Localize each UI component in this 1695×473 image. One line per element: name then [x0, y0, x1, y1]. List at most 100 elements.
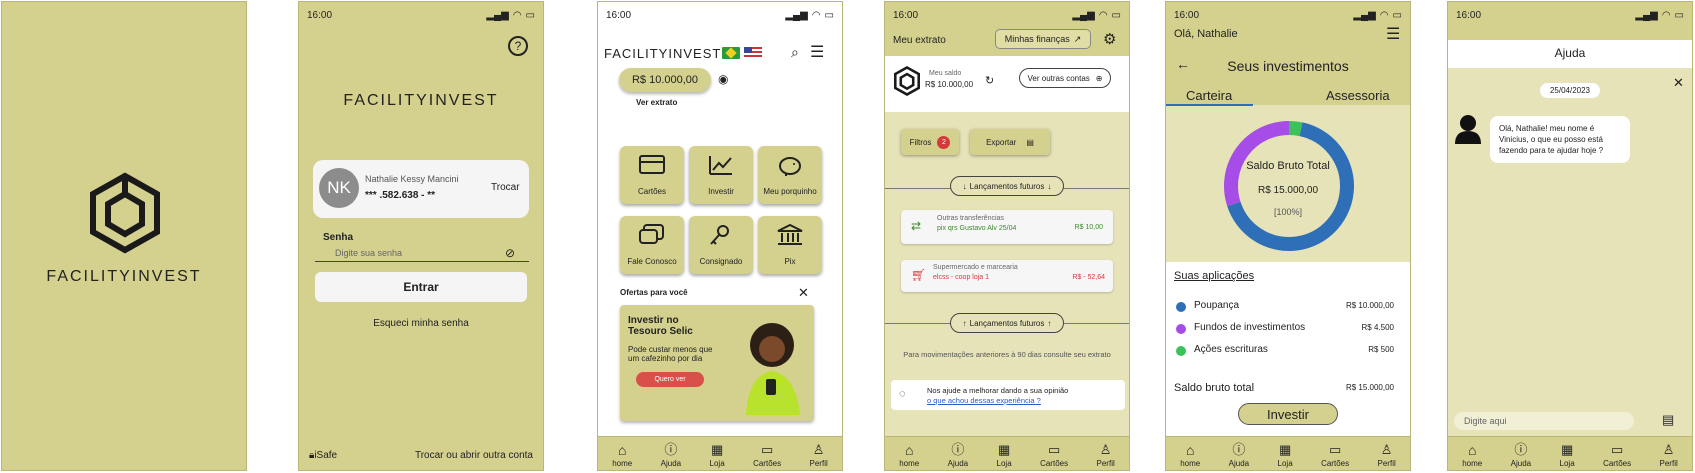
donut-value: R$ 15.000,00	[1257, 185, 1319, 196]
battery-icon: ▭	[525, 9, 535, 21]
transaction-title: Outras transferências	[937, 215, 1004, 222]
tile-label: Meu porquinho	[763, 187, 817, 196]
nav-help[interactable]: ⓘ Ajuda	[948, 439, 968, 468]
tile-label: Fale Conosco	[627, 257, 677, 266]
tile-payroll-loan[interactable]: Consignado	[689, 216, 753, 274]
nav-cards[interactable]: ▭ Cartões	[753, 442, 781, 468]
nav-label: home	[1180, 459, 1201, 468]
nav-profile[interactable]: ♙ Perfil	[1378, 442, 1396, 468]
feedback-banner[interactable]: ◌ Nos ajude a melhorar dando a sua opini…	[891, 380, 1125, 410]
other-accounts-button[interactable]: Ver outras contas ⊕	[1019, 68, 1111, 88]
filter-button[interactable]: Filtros 2	[901, 129, 959, 155]
switch-user-link[interactable]: Trocar	[491, 182, 520, 193]
close-icon[interactable]: ✕	[1673, 75, 1684, 91]
nav-store[interactable]: ▦ Loja	[1560, 442, 1575, 468]
nav-home[interactable]: ⌂ home	[1180, 442, 1200, 468]
tile-invest[interactable]: Investir	[689, 146, 753, 204]
home-screen: 16:00 ▂▄▆ ◠ ▭ FACILITYINVEST ⌕ ☰ R$ 10.000…	[597, 1, 843, 471]
future-entries-bottom-button[interactable]: ↑ Lançamentos futuros ↑	[950, 313, 1064, 333]
nav-home[interactable]: ⌂ home	[612, 442, 632, 468]
menu-icon[interactable]: ☰	[1386, 24, 1400, 44]
transaction-item[interactable]: ⇄ Outras transferências pix qrs Gustavo …	[901, 210, 1113, 244]
my-finances-label: Minhas finanças	[1004, 34, 1070, 44]
password-input[interactable]: Digite sua senha ⊘	[315, 244, 529, 262]
nav-label: Loja	[1559, 459, 1575, 468]
feedback-link[interactable]: o que achou dessas experiência ?	[927, 396, 1041, 405]
transaction-desc: pix qrs Gustavo Alv 25/04	[937, 225, 1017, 232]
nav-cards[interactable]: ▭ Cartões	[1321, 442, 1349, 468]
application-name: Poupança	[1194, 300, 1240, 311]
application-color-dot	[1176, 324, 1186, 334]
nav-store[interactable]: ▦ Loja	[710, 442, 725, 468]
login-button[interactable]: Entrar	[315, 272, 527, 302]
status-bar: 16:00 ▂▄▆ ◠ ▭	[893, 8, 1121, 22]
application-row[interactable]: Ações escrituras R$ 500	[1166, 342, 1410, 360]
nav-label: Ajuda	[660, 459, 682, 468]
nav-label: Loja	[709, 459, 725, 468]
usa-flag-icon[interactable]	[744, 47, 762, 59]
nav-profile[interactable]: ♙ Perfil	[1097, 442, 1115, 468]
hide-password-icon[interactable]: ⊘	[505, 246, 515, 260]
nav-label: Perfil	[1096, 459, 1115, 468]
menu-icon[interactable]: ☰	[810, 42, 824, 62]
page-title: Seus investimentos	[1227, 58, 1349, 74]
nav-store[interactable]: ▦ Loja	[997, 442, 1012, 468]
application-row[interactable]: Fundos de investimentos R$ 4.500	[1166, 320, 1410, 338]
nav-help[interactable]: ⓘ Ajuda	[1229, 439, 1249, 468]
refresh-icon[interactable]: ↻	[985, 74, 994, 87]
search-icon[interactable]: ⌕	[791, 44, 799, 61]
wifi-icon: ◠	[1098, 9, 1108, 21]
message-input[interactable]: Digite aqui	[1454, 412, 1634, 430]
nav-profile[interactable]: ♙ Perfil	[1660, 442, 1678, 468]
tile-piggy[interactable]: Meu porquinho	[758, 146, 822, 204]
transaction-item[interactable]: 🛒︎ Supermercado e marcearia elcss - coop…	[901, 260, 1113, 292]
statement-link[interactable]: Ver extrato	[636, 98, 677, 107]
application-row[interactable]: Poupança R$ 10.000,00	[1166, 298, 1410, 316]
offer-button[interactable]: Quero ver	[636, 372, 704, 387]
nav-store[interactable]: ▦ Loja	[1278, 442, 1293, 468]
isafe-label: iSafe	[314, 450, 338, 461]
tile-contact[interactable]: Fale Conosco	[620, 216, 684, 274]
home-icon: ⌂	[617, 442, 627, 458]
bottom-nav: ⌂ home ⓘ Ajuda ▦ Loja ▭ Cartões ♙ Perfil	[598, 436, 842, 470]
splash-screen: FACILITYINVEST	[1, 1, 247, 471]
balance-pill[interactable]: R$ 10.000,00	[619, 68, 711, 92]
tab-advisory[interactable]: Assessoria	[1326, 88, 1390, 103]
nav-home[interactable]: ⌂ home	[1462, 442, 1482, 468]
my-finances-button[interactable]: Minhas finanças ↗	[995, 29, 1091, 49]
application-name: Ações escrituras	[1194, 344, 1268, 355]
close-icon[interactable]: ✕	[798, 285, 809, 301]
nav-cards[interactable]: ▭ Cartões	[1040, 442, 1068, 468]
status-time: 16:00	[1174, 9, 1200, 21]
feedback-text: Nos ajude a melhorar dando a sua opinião	[927, 386, 1069, 395]
help-icon[interactable]: ?	[508, 36, 528, 56]
eye-icon[interactable]: ◉	[718, 72, 728, 86]
nav-home[interactable]: ⌂ home	[899, 442, 919, 468]
export-button[interactable]: Exportar ▤	[970, 129, 1050, 155]
filter-label: Filtros	[909, 137, 932, 147]
signal-icon: ▂▄▆	[1353, 9, 1376, 21]
nav-help[interactable]: ⓘ Ajuda	[661, 439, 681, 468]
tile-cards[interactable]: Cartões	[620, 146, 684, 204]
switch-account-link[interactable]: Trocar ou abrir outra conta	[415, 450, 533, 461]
card-icon: ▭	[1047, 442, 1061, 457]
nav-help[interactable]: ⓘ Ajuda	[1511, 439, 1531, 468]
invest-button[interactable]: Investir	[1238, 403, 1338, 425]
tile-label: Consignado	[699, 257, 743, 266]
alert-icon: ⓘ	[951, 442, 965, 457]
tile-pix[interactable]: Pix	[758, 216, 822, 274]
send-icon[interactable]: ▤	[1662, 412, 1674, 428]
tab-wallet[interactable]: Carteira	[1186, 88, 1232, 103]
nav-profile[interactable]: ♙ Perfil	[810, 442, 828, 468]
export-label: Exportar	[986, 137, 1017, 147]
isafe-link[interactable]: 🔒︎iSafe	[309, 450, 337, 461]
store-icon: ▦	[1278, 442, 1292, 457]
battery-icon: ▭	[1392, 9, 1402, 21]
forgot-password-link[interactable]: Esqueci minha senha	[299, 318, 543, 329]
pdf-icon: ▤	[1026, 137, 1034, 147]
future-entries-top-button[interactable]: ↓ Lançamentos futuros ↓	[950, 176, 1064, 196]
nav-cards[interactable]: ▭ Cartões	[1603, 442, 1631, 468]
brazil-flag-icon[interactable]	[722, 47, 740, 59]
offer-card[interactable]: Investir no Tesouro Selic Pode custar me…	[620, 305, 814, 421]
gear-icon[interactable]: ⚙	[1103, 30, 1116, 48]
